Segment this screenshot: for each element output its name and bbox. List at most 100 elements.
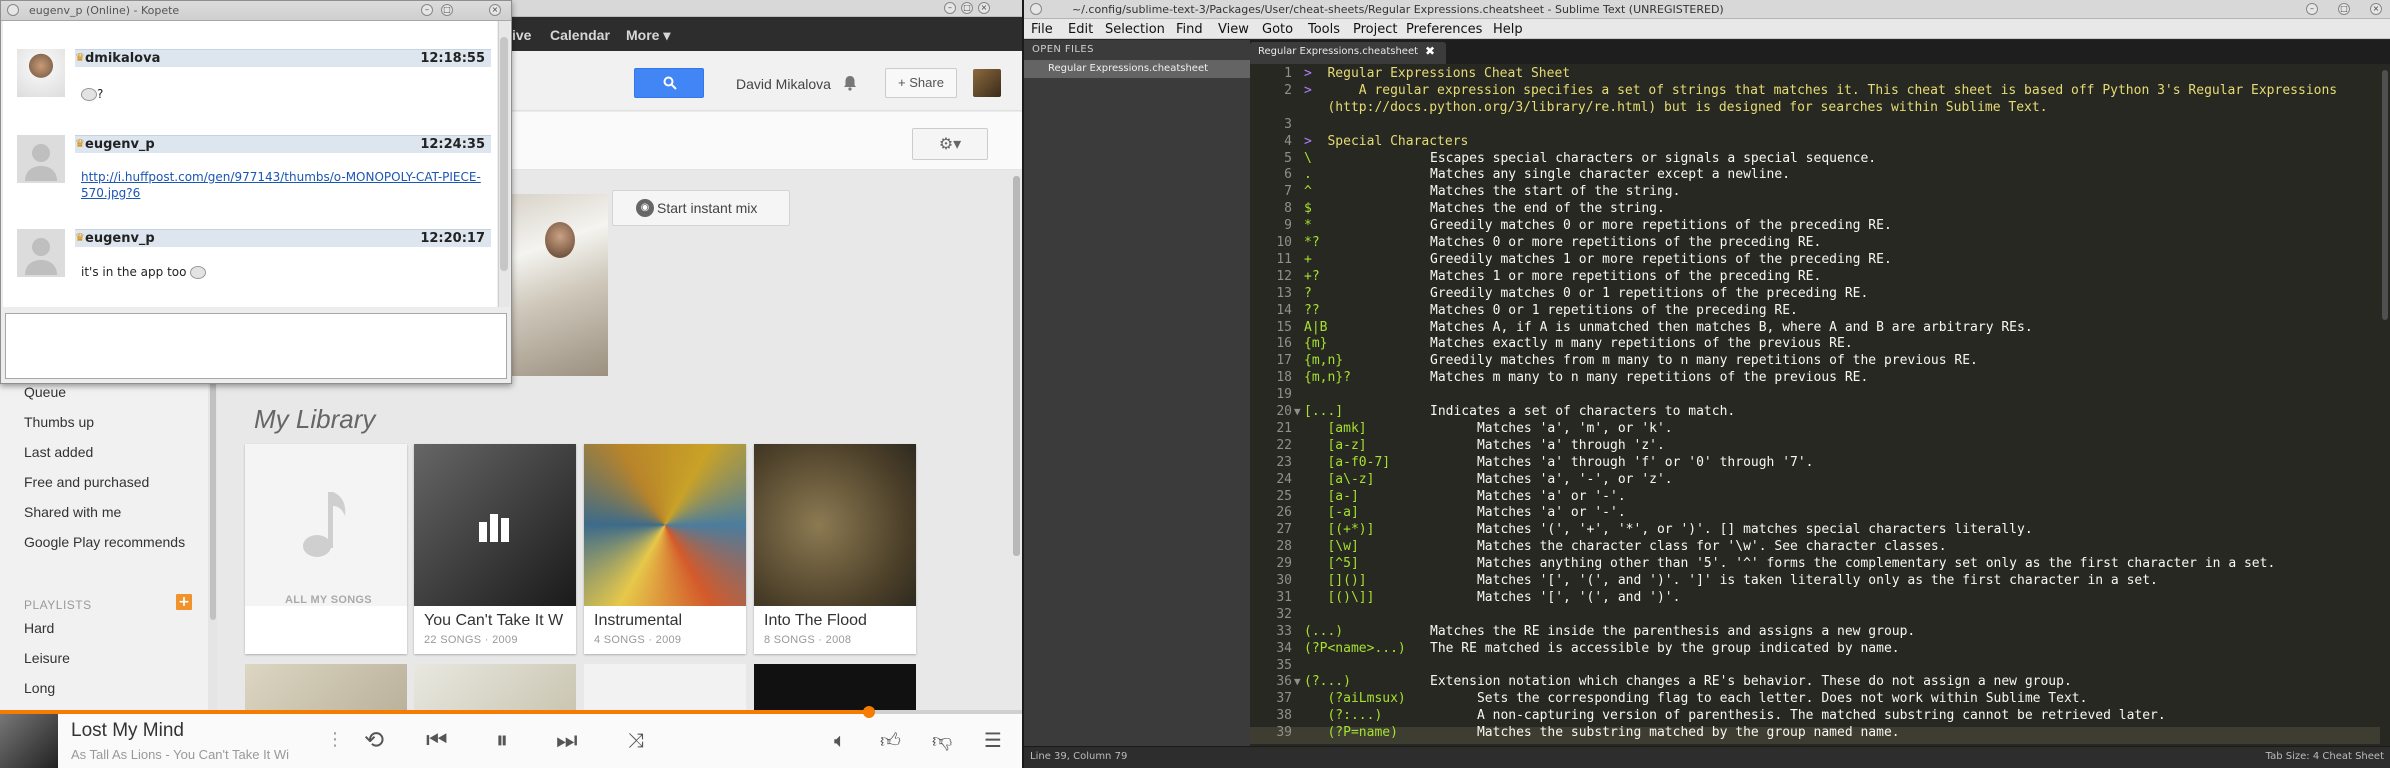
code-line[interactable]: [(+*)] Matches '(', '+', '*', or ')'. []… bbox=[1304, 521, 2032, 538]
previous-track-icon[interactable]: ⏮ bbox=[426, 726, 448, 754]
share-button[interactable]: + Share bbox=[885, 68, 957, 98]
code-line[interactable]: *? Matches 0 or more repetitions of the p… bbox=[1304, 234, 1821, 251]
sidebar-item-shared[interactable]: Shared with me bbox=[24, 504, 121, 520]
close-icon[interactable]: × bbox=[978, 2, 990, 14]
code-line[interactable]: [a\-z] Matches 'a', '-', or 'z'. bbox=[1304, 471, 1672, 488]
code-line[interactable]: []()] Matches '[', '(', and ')'. ']' is … bbox=[1304, 572, 2157, 589]
main-scrollbar-thumb[interactable] bbox=[1013, 176, 1020, 556]
album-card[interactable]: You Can't Take It W 22 SONGS · 2009 bbox=[414, 444, 576, 654]
line-number: 10 bbox=[1276, 235, 1292, 250]
sidebar-item-queue[interactable]: Queue bbox=[24, 384, 66, 400]
maximize-icon[interactable]: □ bbox=[441, 4, 453, 16]
notifications-bell-icon[interactable] bbox=[842, 75, 858, 91]
volume-icon[interactable]: 🔈︎ bbox=[834, 726, 846, 754]
playback-progress-knob[interactable] bbox=[862, 706, 875, 718]
code-line[interactable]: > Regular Expressions Cheat Sheet bbox=[1304, 65, 1570, 82]
shuffle-icon[interactable]: ⤨ bbox=[628, 726, 644, 754]
thumbs-up-icon[interactable]: 👍︎ bbox=[880, 726, 901, 754]
pause-icon[interactable]: ⏸ bbox=[496, 726, 508, 754]
tab-close-icon[interactable]: ✖ bbox=[1425, 44, 1435, 58]
sidebar-item-recommends[interactable]: Google Play recommends bbox=[24, 534, 185, 550]
code-line[interactable]: {m} Matches exactly m many repetitions of… bbox=[1304, 335, 1853, 352]
code-line[interactable]: [-a] Matches 'a' or '-'. bbox=[1304, 504, 1625, 521]
avatar bbox=[17, 135, 65, 183]
close-icon[interactable]: × bbox=[489, 4, 501, 16]
code-line[interactable]: > Special Characters bbox=[1304, 133, 1468, 150]
code-line[interactable]: [...] Indicates a set of characters to ma… bbox=[1304, 403, 1735, 420]
album-card-all-songs[interactable]: ALL MY SONGS bbox=[245, 444, 407, 654]
line-number: 36 bbox=[1276, 674, 1292, 690]
fold-arrow-icon[interactable]: ▼ bbox=[1294, 673, 1301, 690]
code-line[interactable]: ^ Matches the start of the string. bbox=[1304, 183, 1680, 200]
instant-mix-label: Start instant mix bbox=[657, 200, 758, 216]
code-line[interactable]: $ Matches the end of the string. bbox=[1304, 200, 1665, 217]
code-line[interactable]: (?aiLmsux) Sets the corresponding flag t… bbox=[1304, 690, 2087, 707]
now-playing-art[interactable] bbox=[0, 714, 58, 768]
code-line[interactable]: [a-f0-7] Matches 'a' through 'f' or '0' … bbox=[1304, 454, 1813, 471]
fold-arrow-icon[interactable]: ▼ bbox=[1294, 403, 1301, 420]
open-file-label[interactable]: Regular Expressions.cheatsheet bbox=[1048, 63, 1208, 74]
code-line[interactable]: + Greedily matches 1 or more repetitions … bbox=[1304, 251, 1892, 268]
code-line[interactable]: [a-z] Matches 'a' through 'z'. bbox=[1304, 437, 1664, 454]
code-line[interactable]: \ Escapes special characters or signals a… bbox=[1304, 150, 1876, 167]
code-line[interactable]: (...) Matches the RE inside the parenthes… bbox=[1304, 623, 1915, 640]
minimize-icon[interactable]: – bbox=[944, 2, 956, 14]
code-line[interactable]: {m,n}? Matches m many to n many repetitio… bbox=[1304, 369, 1868, 386]
thumbs-down-icon[interactable]: 👎︎ bbox=[932, 726, 952, 754]
code-line[interactable]: (?:...) A non-capturing version of paren… bbox=[1304, 707, 2165, 724]
settings-button[interactable]: ⚙▾ bbox=[912, 128, 988, 160]
code-line[interactable]: A|B Matches A, if A is unmatched then mat… bbox=[1304, 319, 2033, 336]
search-button[interactable] bbox=[634, 68, 704, 98]
account-avatar[interactable] bbox=[973, 69, 1001, 97]
album-art bbox=[584, 444, 746, 606]
user-name[interactable]: David Mikalova bbox=[736, 76, 831, 92]
repeat-icon[interactable]: ⟲ bbox=[364, 726, 384, 754]
code-line[interactable]: (?P<name>...) The RE matched is accessibl… bbox=[1304, 640, 1900, 657]
code-line[interactable]: (http://docs.python.org/3/library/re.htm… bbox=[1304, 99, 2047, 116]
code-line[interactable]: [()\]] Matches '[', '(', and ')'. bbox=[1304, 589, 1680, 606]
message-input[interactable] bbox=[5, 313, 507, 379]
code-line[interactable]: * Greedily matches 0 or more repetitions … bbox=[1304, 217, 1892, 234]
code-line[interactable]: ? Greedily matches 0 or 1 repetitions of … bbox=[1304, 285, 1868, 302]
maximize-icon[interactable]: □ bbox=[961, 2, 973, 14]
album-art bbox=[754, 444, 916, 606]
code-line[interactable]: [amk] Matches 'a', 'm', or 'k'. bbox=[1304, 420, 1672, 437]
code-line[interactable]: (?P=name) Matches the substring matched … bbox=[1304, 724, 1899, 741]
message-header: ♛ dmikalova 12:18:55 bbox=[75, 49, 491, 67]
playback-progress-fill bbox=[0, 710, 869, 714]
code-line[interactable]: . Matches any single character except a n… bbox=[1304, 166, 1790, 183]
editor-scrollbar-thumb[interactable] bbox=[2382, 70, 2388, 320]
code-line[interactable]: [\w] Matches the character class for '\w… bbox=[1304, 538, 1946, 555]
status-syntax[interactable]: Tab Size: 4 Cheat Sheet bbox=[2266, 751, 2384, 762]
avatar bbox=[17, 229, 65, 277]
chat-scrollbar-thumb[interactable] bbox=[500, 37, 508, 271]
tab-label[interactable]: Regular Expressions.cheatsheet bbox=[1258, 46, 1418, 57]
sidebar-item-last-added[interactable]: Last added bbox=[24, 444, 93, 460]
message-link[interactable]: http://i.huffpost.com/gen/977143/thumbs/… bbox=[81, 169, 501, 201]
code-line[interactable]: {m,n} Greedily matches from m many to n m… bbox=[1304, 352, 1978, 369]
code-line[interactable]: [^5] Matches anything other than '5'. '^… bbox=[1304, 555, 2275, 572]
gbar-link-drive[interactable]: ive bbox=[512, 27, 531, 43]
window-menu-icon[interactable] bbox=[7, 4, 19, 16]
next-track-icon[interactable]: ⏭ bbox=[556, 726, 578, 754]
code-line[interactable]: ?? Matches 0 or 1 repetitions of the prec… bbox=[1304, 302, 1798, 319]
album-card[interactable]: Instrumental 4 SONGS · 2009 bbox=[584, 444, 746, 654]
gbar-link-calendar[interactable]: Calendar bbox=[550, 27, 610, 43]
code-line[interactable]: > A regular expression specifies a set o… bbox=[1304, 82, 2337, 99]
code-line[interactable]: [a-] Matches 'a' or '-'. bbox=[1304, 488, 1625, 505]
sidebar-playlist-long[interactable]: Long bbox=[24, 680, 55, 696]
sidebar-item-free-purchased[interactable]: Free and purchased bbox=[24, 474, 149, 490]
add-playlist-icon[interactable]: + bbox=[176, 594, 192, 610]
gbar-link-more[interactable]: More ▾ bbox=[626, 27, 670, 44]
queue-icon[interactable]: ☰ bbox=[984, 726, 1002, 754]
now-playing-title[interactable]: Lost My Mind bbox=[71, 720, 184, 742]
code-line[interactable]: (?...) Extension notation which changes a… bbox=[1304, 673, 2072, 690]
minimize-icon[interactable]: – bbox=[421, 4, 433, 16]
code-line[interactable]: +? Matches 1 or more repetitions of the p… bbox=[1304, 268, 1821, 285]
more-options-icon[interactable]: ⋮ bbox=[326, 726, 344, 754]
sidebar-item-thumbs-up[interactable]: Thumbs up bbox=[24, 414, 94, 430]
album-card[interactable]: Into The Flood 8 SONGS · 2008 bbox=[754, 444, 916, 654]
sidebar-playlist-leisure[interactable]: Leisure bbox=[24, 650, 70, 666]
now-playing-subtitle[interactable]: As Tall As Lions - You Can't Take It Wi bbox=[71, 747, 311, 762]
sidebar-playlist-hard[interactable]: Hard bbox=[24, 620, 54, 636]
